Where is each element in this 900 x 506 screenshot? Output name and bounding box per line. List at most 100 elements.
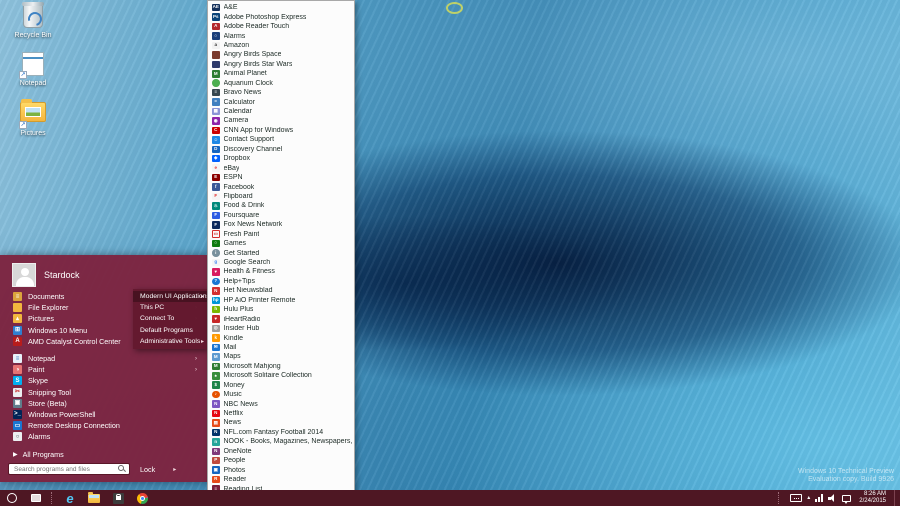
app-menu-item[interactable]: ♥Health & Fitness [208, 267, 354, 276]
start-menu-item-paint[interactable]: ◑Paint› [0, 364, 207, 375]
app-menu-item[interactable]: kKindle [208, 333, 354, 342]
flyout-item-modern-ui-applications[interactable]: Modern UI Applications▸ [133, 291, 207, 302]
start-menu-item-label: Notepad [28, 354, 55, 363]
app-menu-item[interactable]: FFlipboard [208, 192, 354, 201]
app-menu-item[interactable]: hpHP AiO Printer Remote [208, 296, 354, 305]
app-menu-item[interactable]: PsAdobe Photoshop Express [208, 12, 354, 21]
app-menu-item[interactable]: ◎Insider Hub [208, 324, 354, 333]
app-menu-item[interactable]: AAdobe Reader Touch [208, 22, 354, 31]
app-menu-item[interactable]: FFox News Network [208, 220, 354, 229]
app-menu-item[interactable]: ▦Calendar [208, 107, 354, 116]
app-menu-item[interactable]: NNetflix [208, 409, 354, 418]
app-menu-item[interactable]: ♠Microsoft Solitaire Collection [208, 371, 354, 380]
flyout-item-connect-to[interactable]: Connect To [133, 313, 207, 324]
start-menu-item-snipping-tool[interactable]: ✂Snipping Tool [0, 387, 207, 398]
app-menu-item[interactable]: CCNN App for Windows [208, 126, 354, 135]
app-menu-item[interactable]: eeBay [208, 163, 354, 172]
desktop-icon-recycle-bin[interactable]: Recycle Bin [4, 4, 62, 39]
app-menu-item[interactable]: ♥iHeartRadio [208, 314, 354, 323]
lock-button[interactable]: Lock [140, 465, 155, 474]
all-programs-button[interactable]: ▶ All Programs [0, 447, 207, 461]
app-menu-item-label: Animal Planet [224, 70, 267, 77]
search-input[interactable] [14, 466, 118, 473]
start-menu-item-windows-powershell[interactable]: >_Windows PowerShell [0, 409, 207, 420]
desktop-icon-notepad[interactable]: ↗Notepad [4, 52, 62, 87]
app-menu-item-label: News [224, 419, 242, 426]
taskbar-clock[interactable]: 8:26 AM 2/24/2015 [855, 491, 890, 505]
app-menu-item[interactable]: hHulu Plus [208, 305, 354, 314]
app-menu-item[interactable]: ◈Dropbox [208, 154, 354, 163]
app-menu-item[interactable]: ○Alarms [208, 31, 354, 40]
app-menu-item[interactable]: ▣Photos [208, 465, 354, 474]
music-icon: ♪ [212, 391, 220, 399]
app-menu-item[interactable]: aAmazon [208, 41, 354, 50]
lock-options-arrow-icon[interactable]: ▸ [173, 466, 176, 473]
internet-explorer-button[interactable]: e [58, 490, 82, 506]
task-view-button[interactable] [24, 490, 48, 506]
app-menu-item[interactable]: ▭Fresh Paint [208, 230, 354, 239]
app-menu-item[interactable]: NNFL.com Fantasy Football 2014 [208, 428, 354, 437]
clock-date: 2/24/2015 [859, 498, 886, 505]
flyout-item-administrative-tools[interactable]: Administrative Tools▸ [133, 336, 207, 347]
app-menu-item[interactable]: fFacebook [208, 182, 354, 191]
app-menu-item[interactable]: ?Help+Tips [208, 277, 354, 286]
search-icon[interactable] [118, 465, 126, 473]
touch-keyboard-icon[interactable] [790, 494, 802, 502]
network-icon[interactable] [815, 494, 823, 502]
app-menu-item[interactable]: Aquarium Clock [208, 79, 354, 88]
start-menu-item-remote-desktop-connection[interactable]: ▭Remote Desktop Connection [0, 420, 207, 431]
app-menu-item[interactable]: =Calculator [208, 97, 354, 106]
app-menu-item[interactable]: EESPN [208, 173, 354, 182]
app-menu-item[interactable]: PPeople [208, 456, 354, 465]
app-menu-item-label: Calculator [224, 99, 256, 106]
app-menu-item[interactable]: RReader [208, 475, 354, 484]
start-menu-item-skype[interactable]: SSkype [0, 375, 207, 386]
app-menu-item[interactable]: ▤News [208, 418, 354, 427]
app-menu-item[interactable]: NNBC News [208, 399, 354, 408]
app-menu-item-label: Angry Birds Star Wars [224, 61, 293, 68]
app-menu-item[interactable]: Angry Birds Star Wars [208, 60, 354, 69]
action-center-icon[interactable] [842, 495, 851, 502]
app-menu-item[interactable]: ○Games [208, 239, 354, 248]
system-tray: ▴ 8:26 AM 2/24/2015 [775, 490, 900, 506]
photoshop-express-icon: Ps [212, 13, 220, 21]
user-avatar[interactable] [12, 263, 36, 287]
watermark-line1: Windows 10 Technical Preview [798, 468, 894, 476]
camera-icon: ◉ [212, 117, 220, 125]
app-menu-item[interactable]: nNOOK - Books, Magazines, Newspapers, Co… [208, 437, 354, 446]
app-menu-item[interactable]: ♪Music [208, 390, 354, 399]
app-menu-item[interactable]: ✉Mail [208, 343, 354, 352]
app-menu-item[interactable]: $Money [208, 381, 354, 390]
start-menu-item-store-beta-[interactable]: ▣Store (Beta) [0, 398, 207, 409]
store-button[interactable] [106, 490, 130, 506]
app-menu-item[interactable]: NHet Nieuwsblad [208, 286, 354, 295]
app-menu-item[interactable]: MMicrosoft Mahjong [208, 362, 354, 371]
start-menu-item-notepad[interactable]: ≡Notepad› [0, 353, 207, 364]
app-menu-item[interactable]: ◉Camera [208, 116, 354, 125]
app-menu-item[interactable]: MMaps [208, 352, 354, 361]
app-menu-item[interactable]: ☺Contact Support [208, 135, 354, 144]
app-menu-item[interactable]: AEA&E [208, 3, 354, 12]
desktop-icon-pictures[interactable]: ↗Pictures [4, 99, 62, 137]
start-menu-item-alarms[interactable]: ○Alarms [0, 431, 207, 442]
volume-icon[interactable] [828, 494, 837, 502]
app-menu-item[interactable]: Angry Birds Space [208, 50, 354, 59]
app-menu-item[interactable]: DDiscovery Channel [208, 145, 354, 154]
pictures-folder-icon: ▴ [13, 314, 22, 323]
app-menu-item[interactable]: ≡Bravo News [208, 88, 354, 97]
file-explorer-button[interactable] [82, 490, 106, 506]
flyout-item-default-programs[interactable]: Default Programs [133, 325, 207, 336]
start-menu-flyout: Modern UI Applications▸This PCConnect To… [133, 289, 207, 349]
app-menu-item[interactable]: MAnimal Planet [208, 69, 354, 78]
app-menu-item[interactable]: FFoursquare [208, 211, 354, 220]
app-menu-item[interactable]: iGet Started [208, 248, 354, 257]
app-menu-item[interactable]: gGoogle Search [208, 258, 354, 267]
start-button[interactable] [0, 490, 24, 506]
search-box[interactable] [8, 463, 130, 475]
flyout-item-this-pc[interactable]: This PC [133, 302, 207, 313]
chrome-button[interactable] [130, 490, 154, 506]
show-desktop-button[interactable] [894, 490, 898, 506]
show-hidden-icons[interactable]: ▴ [807, 495, 810, 501]
app-menu-item[interactable]: ♨Food & Drink [208, 201, 354, 210]
app-menu-item[interactable]: NOneNote [208, 447, 354, 456]
